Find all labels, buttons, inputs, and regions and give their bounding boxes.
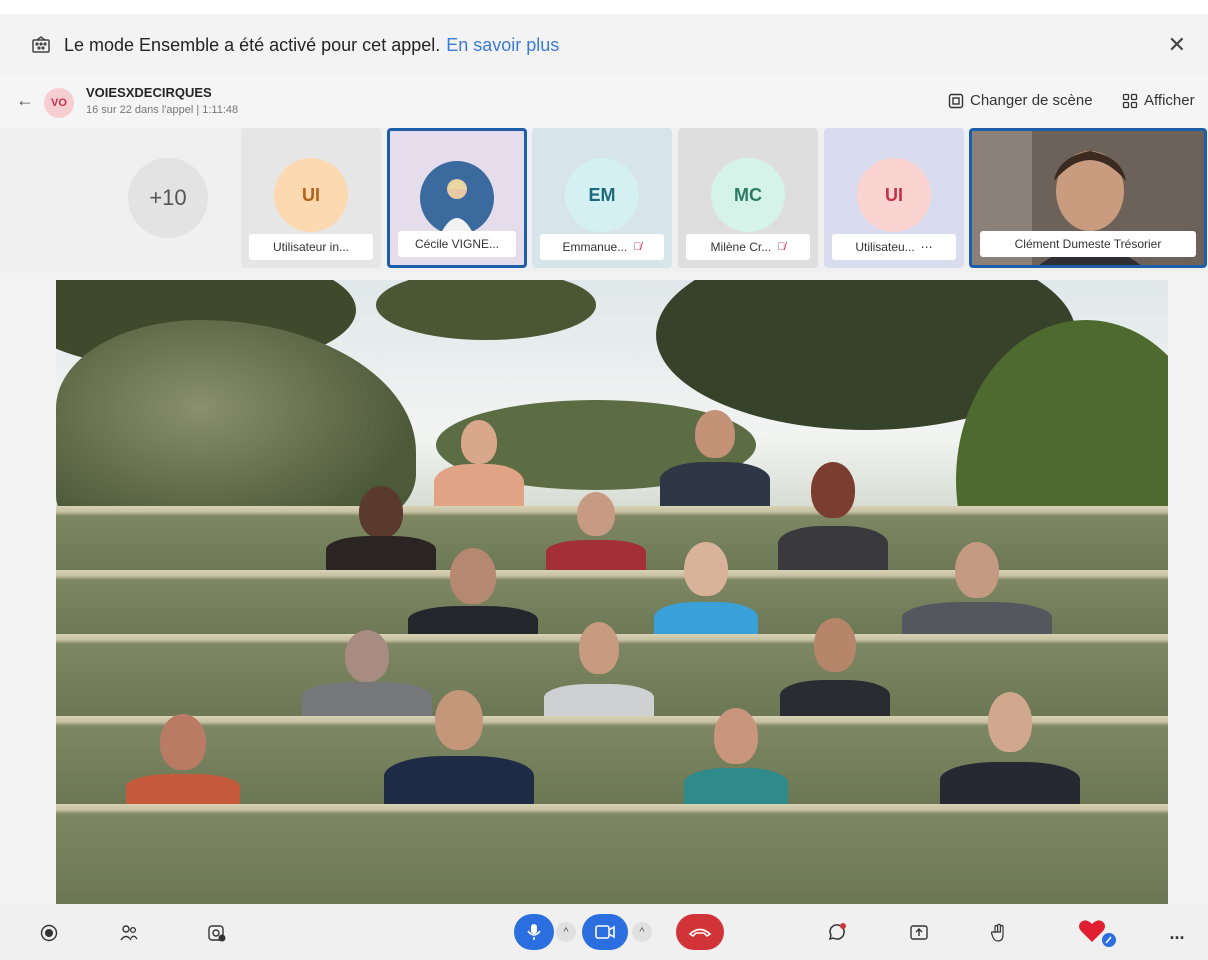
participant-name-tag: Emmanue... 🎙̸ (540, 234, 664, 260)
view-button[interactable]: Afficher (1122, 92, 1195, 109)
change-scene-button[interactable]: Changer de scène (948, 92, 1093, 109)
participant-strip: +10 UI Utilisateur in... Cécile VIGNE...… (0, 128, 1208, 272)
back-arrow-icon[interactable]: ← (16, 90, 34, 111)
change-scene-label: Changer de scène (970, 92, 1093, 109)
participant-name-tag: Utilisateu... ⋯ (832, 234, 956, 260)
participant-seat (780, 618, 890, 718)
scene-icon (948, 93, 964, 108)
participant-avatar: UI (857, 158, 931, 232)
together-mode-icon (30, 34, 52, 56)
participant-tile[interactable]: MC Milène Cr... 🎙̸ (678, 128, 818, 268)
mic-muted-icon: 🎙̸ (633, 241, 642, 253)
participant-seat (384, 690, 534, 806)
participant-seat (546, 492, 646, 570)
participant-seat (778, 462, 888, 570)
mic-options-chevron-icon[interactable]: ^ (556, 922, 576, 942)
mic-muted-icon: 🎙̸ (777, 241, 786, 253)
record-icon[interactable] (34, 918, 64, 948)
participant-name-tag: Utilisateur in... (249, 234, 373, 260)
share-icon[interactable] (904, 918, 934, 948)
participant-seat (408, 548, 538, 640)
participant-name: Emmanue... (562, 240, 628, 254)
participant-avatar: EM (565, 158, 639, 232)
mic-icon (527, 924, 541, 940)
participant-seat (684, 708, 788, 806)
more-options-icon[interactable]: ⋯ (921, 240, 933, 254)
chat-icon[interactable] (822, 918, 852, 948)
video-options-chevron-icon[interactable]: ^ (632, 922, 652, 942)
mic-button[interactable] (514, 914, 554, 950)
participant-seat (940, 692, 1080, 806)
participant-tile[interactable]: EM Emmanue... 🎙̸ (532, 128, 672, 268)
raise-hand-icon[interactable] (984, 918, 1014, 948)
participant-name: Utilisateur in... (272, 240, 350, 254)
participant-name: Cécile VIGNE... (414, 237, 500, 251)
participant-name: Milène Cr... (710, 240, 772, 254)
banner-message: Le mode Ensemble a été activé pour cet a… (64, 34, 441, 55)
stage-margin-right (1168, 280, 1208, 904)
view-label: Afficher (1144, 92, 1195, 109)
participant-seat (126, 714, 240, 806)
together-mode-stage (56, 280, 1168, 904)
heart-icon[interactable] (1074, 918, 1118, 948)
participant-seat (544, 622, 654, 718)
top-strip (0, 0, 1208, 14)
participant-name: Utilisateu... (855, 240, 915, 254)
meeting-avatar: VO (44, 88, 74, 118)
participant-name-tag: Cécile VIGNE... (398, 231, 516, 257)
participant-name-tag: Milène Cr... 🎙̸ (686, 234, 810, 260)
hangup-icon (688, 928, 712, 938)
meeting-subtitle: 16 sur 22 dans l'appel | 1:11:48 (86, 104, 239, 116)
participant-photo-avatar (420, 161, 494, 235)
participant-avatar: UI (274, 158, 348, 232)
hangup-button[interactable] (676, 914, 724, 950)
video-button[interactable] (582, 914, 628, 950)
participant-tile[interactable]: Cécile VIGNE... (387, 128, 527, 268)
participant-name: Clément Dumeste Trésorier (1014, 237, 1162, 251)
participant-seat (902, 542, 1052, 640)
learn-more-link[interactable]: En savoir plus (446, 35, 559, 56)
stage-margin-left (0, 280, 56, 904)
participant-seat (660, 410, 770, 506)
more-options-button[interactable]: ... (1162, 918, 1192, 948)
more-participants-button[interactable]: +10 (128, 158, 208, 238)
participant-seat (654, 542, 758, 640)
participant-tile[interactable]: UI Utilisateur in... (241, 128, 381, 268)
participant-avatar: MC (711, 158, 785, 232)
participant-tile[interactable]: UI Utilisateu... ⋯ (824, 128, 964, 268)
grid-icon (1122, 93, 1138, 108)
meeting-title: VOIESXDECIRQUES (86, 85, 212, 100)
seat-row (56, 804, 1168, 904)
participant-name-tag: Clément Dumeste Trésorier (980, 231, 1196, 257)
camera-settings-icon[interactable] (202, 918, 232, 948)
participant-video-tile[interactable]: Clément Dumeste Trésorier (969, 128, 1207, 268)
call-header: ← VO VOIESXDECIRQUES 16 sur 22 dans l'ap… (0, 76, 1208, 128)
people-icon[interactable] (114, 918, 144, 948)
video-icon (595, 925, 615, 939)
close-icon[interactable]: ✕ (1168, 32, 1186, 58)
together-mode-banner: Le mode Ensemble a été activé pour cet a… (0, 14, 1208, 76)
call-toolbar: ^ ^ ... (0, 904, 1208, 960)
participant-seat (434, 420, 524, 510)
